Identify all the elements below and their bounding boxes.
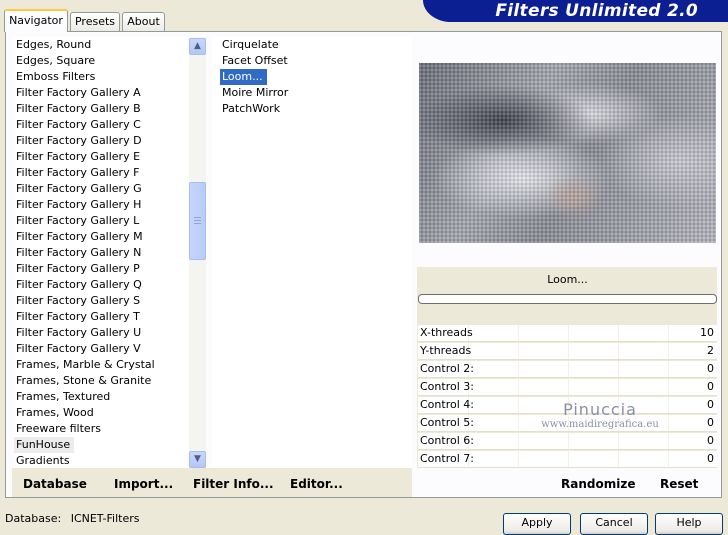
control-value: 0 — [707, 380, 714, 393]
control-slider-row[interactable]: Control 7: 0 — [418, 451, 717, 468]
cancel-button[interactable]: Cancel — [580, 513, 648, 535]
editor-button[interactable]: Editor... — [290, 477, 343, 491]
control-label: X-threads — [420, 326, 473, 339]
import-button[interactable]: Import... — [114, 477, 173, 491]
control-value: 0 — [707, 398, 714, 411]
control-label: Control 5: — [420, 416, 474, 429]
category-list[interactable]: Edges, Round Edges, Square Emboss Filters F… — [14, 37, 189, 468]
category-item[interactable]: Filter Factory Gallery V — [14, 341, 189, 357]
control-label: Control 4: — [420, 398, 474, 411]
category-item[interactable]: FunHouse — [14, 437, 75, 453]
category-item[interactable]: Filter Factory Gallery B — [14, 101, 189, 117]
control-slider-row[interactable]: Control 6: 0 — [418, 433, 717, 450]
control-slider-row[interactable]: Y-threads 2 — [418, 343, 717, 360]
category-item[interactable]: Freeware filters — [14, 421, 189, 437]
control-slider-row[interactable]: Control 5: 0 — [418, 415, 717, 432]
filter-item[interactable]: Cirquelate — [220, 37, 412, 53]
control-value: 0 — [707, 452, 714, 465]
randomize-button[interactable]: Randomize — [561, 477, 635, 491]
scroll-up-button[interactable]: ▲ — [189, 38, 206, 55]
category-item[interactable]: Filter Factory Gallery P — [14, 261, 189, 277]
filter-preview-image — [419, 63, 716, 243]
category-item[interactable]: Edges, Square — [14, 53, 189, 69]
control-label: Control 6: — [420, 434, 474, 447]
category-item[interactable]: Emboss Filters — [14, 69, 189, 85]
category-item[interactable]: Filter Factory Gallery D — [14, 133, 189, 149]
category-item[interactable]: Filter Factory Gallery C — [14, 117, 189, 133]
category-scrollbar[interactable]: ▲ ▼ — [189, 38, 206, 468]
banner-title: Filters Unlimited 2.0 — [495, 1, 698, 21]
scroll-thumb[interactable] — [189, 182, 206, 260]
category-item[interactable]: Edges, Round — [14, 37, 189, 53]
filter-item[interactable]: PatchWork — [220, 101, 412, 117]
control-slider-row[interactable]: X-threads 10 — [418, 325, 717, 342]
control-value: 0 — [707, 362, 714, 375]
control-label: Control 3: — [420, 380, 474, 393]
category-item[interactable]: Filter Factory Gallery Q — [14, 277, 189, 293]
category-item[interactable]: Frames, Wood — [14, 405, 189, 421]
status-label: Database: — [5, 512, 62, 525]
category-item[interactable]: Filter Factory Gallery M — [14, 229, 189, 245]
tab-navigator[interactable]: Navigator — [4, 9, 68, 32]
filter-item[interactable]: Facet Offset — [220, 53, 412, 69]
database-button[interactable]: Database — [23, 477, 87, 491]
tab-about[interactable]: About — [122, 12, 165, 31]
control-value: 2 — [707, 344, 714, 357]
control-value: 0 — [707, 416, 714, 429]
category-item[interactable]: Filter Factory Gallery H — [14, 197, 189, 213]
apply-button[interactable]: Apply — [503, 513, 571, 535]
reset-button[interactable]: Reset — [660, 477, 698, 491]
control-slider-row[interactable]: Control 2: 0 — [418, 361, 717, 378]
filter-info-button[interactable]: Filter Info... — [193, 477, 274, 491]
category-item[interactable]: Filter Factory Gallery T — [14, 309, 189, 325]
filter-title: Loom... — [547, 273, 588, 286]
category-item[interactable]: Filter Factory Gallery A — [14, 85, 189, 101]
status-line: Database: ICNET-Filters — [5, 512, 139, 525]
category-item[interactable]: Filter Factory Gallery L — [14, 213, 189, 229]
title-banner: Filters Unlimited 2.0 — [423, 0, 728, 22]
filter-item[interactable]: Moire Mirror — [220, 85, 412, 101]
control-label: Control 7: — [420, 452, 474, 465]
category-item[interactable]: Filter Factory Gallery F — [14, 165, 189, 181]
category-item[interactable]: Frames, Stone & Granite — [14, 373, 189, 389]
category-item[interactable]: Filter Factory Gallery N — [14, 245, 189, 261]
category-item[interactable]: Filter Factory Gallery U — [14, 325, 189, 341]
control-value: 0 — [707, 434, 714, 447]
category-item[interactable]: Filter Factory Gallery G — [14, 181, 189, 197]
scroll-down-button[interactable]: ▼ — [189, 451, 206, 468]
filter-item[interactable]: Loom... — [220, 69, 267, 85]
control-slider-row[interactable]: Control 4: 0 — [418, 397, 717, 414]
filter-list[interactable]: Cirquelate Facet Offset Loom... Moire Mirro… — [212, 37, 412, 468]
category-item[interactable]: Filter Factory Gallery S — [14, 293, 189, 309]
control-slider-row[interactable]: Control 3: 0 — [418, 379, 717, 396]
category-item[interactable]: Frames, Marble & Crystal — [14, 357, 189, 373]
category-item[interactable]: Filter Factory Gallery E — [14, 149, 189, 165]
control-value: 10 — [700, 326, 714, 339]
category-item[interactable]: Frames, Textured — [14, 389, 189, 405]
help-button[interactable]: Help — [655, 513, 723, 535]
control-label: Control 2: — [420, 362, 474, 375]
category-item[interactable]: Gradients — [14, 453, 189, 468]
tab-presets[interactable]: Presets — [70, 12, 120, 31]
control-label: Y-threads — [420, 344, 472, 357]
progress-bar — [418, 294, 717, 304]
status-value: ICNET-Filters — [70, 512, 140, 525]
